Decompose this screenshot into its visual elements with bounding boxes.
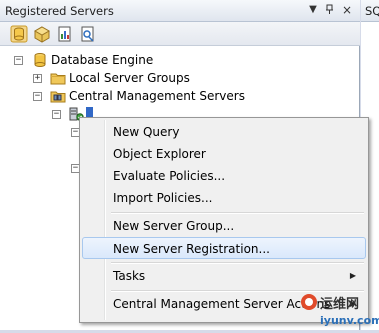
tree-node-label: Local Server Groups [69,71,190,85]
menu-item-object-explorer[interactable]: Object Explorer [82,143,366,165]
auto-hide-pin-icon[interactable] [323,3,337,17]
menu-item-new-query[interactable]: New Query [82,121,366,143]
integration-services-icon[interactable] [79,25,97,43]
tree-node-central-management-servers[interactable]: − Central Management Servers [0,87,360,105]
folder-icon [50,70,66,86]
collapse-icon[interactable]: − [14,56,23,65]
menu-item-evaluate-policies[interactable]: Evaluate Policies... [82,165,366,187]
menu-item-new-server-registration[interactable]: New Server Registration... [82,237,366,259]
tab-document[interactable]: SQ [361,0,379,22]
submenu-arrow-icon: ▶ [349,271,356,280]
collapse-icon[interactable]: − [33,92,42,101]
tree-node-child[interactable]: − [0,123,80,141]
window-title: Registered Servers [5,4,114,18]
menu-item-import-policies[interactable]: Import Policies... [82,187,366,209]
toolbar [0,22,360,46]
tree-node-local-server-groups[interactable]: + Local Server Groups [0,69,360,87]
menu-item-label: Evaluate Policies... [113,169,226,183]
menu-item-label: Object Explorer [113,147,206,161]
menu-item-label: Import Policies... [113,191,213,205]
central-management-folder-icon [50,88,66,104]
menu-item-tasks[interactable]: Tasks ▶ [82,265,366,287]
tree-node-database-engine[interactable]: − Database Engine [0,51,360,69]
tree-node-label: Central Management Servers [69,89,245,103]
close-icon[interactable]: × [340,3,354,17]
menu-separator [111,262,364,264]
analysis-services-icon[interactable] [33,25,51,43]
reporting-services-icon[interactable] [56,25,74,43]
watermark-logo: 运维网 iyunv.com [300,288,379,330]
svg-text:运维网: 运维网 [320,296,359,312]
menu-item-new-server-group[interactable]: New Server Group... [82,215,366,237]
database-engine-icon [32,52,48,68]
window-position-dropdown-icon[interactable]: ▼ [306,3,320,17]
database-engine-icon[interactable] [10,25,28,43]
menu-item-label: Tasks [113,269,146,283]
window-titlebar: Registered Servers ▼ × [0,0,360,22]
expand-icon[interactable]: + [33,74,42,83]
tree-node-child[interactable]: − [0,159,80,177]
collapse-icon[interactable]: − [52,110,61,119]
tree-node-label: Database Engine [51,53,154,67]
svg-text:iyunv.com: iyunv.com [320,314,379,327]
menu-item-label: New Server Registration... [113,242,270,256]
menu-separator [111,212,364,214]
menu-item-label: New Server Group... [113,219,235,233]
menu-item-label: New Query [113,125,180,139]
menu-item-label: Central Management Server Actions [113,297,331,311]
